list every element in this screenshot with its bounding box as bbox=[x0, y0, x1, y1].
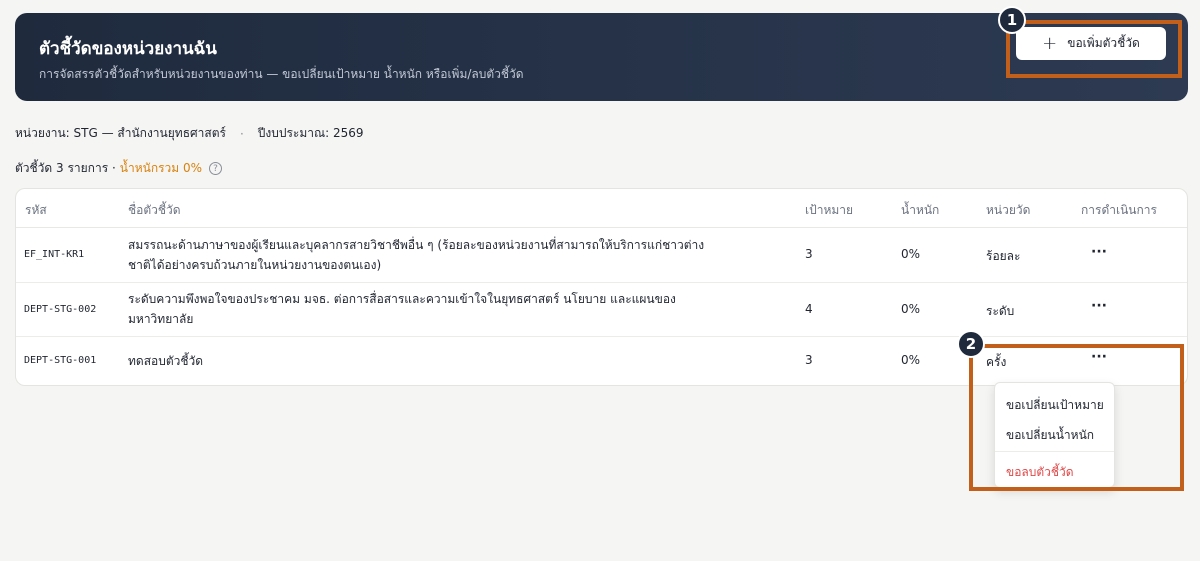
row-actions-button[interactable]: ··· bbox=[1091, 244, 1107, 260]
column-header-name: ชื่อตัวชี้วัด bbox=[128, 203, 181, 217]
indicator-count: ตัวชี้วัด 3 รายการ · bbox=[15, 161, 116, 175]
table-row: DEPT-STG-002 ระดับความพึงพอใจของประชาคม … bbox=[16, 283, 1187, 336]
annotation-highlight-2 bbox=[969, 344, 1184, 491]
indicator-summary: ตัวชี้วัด 3 รายการ · น้ำหนักรวม 0% ? bbox=[15, 159, 223, 178]
annotation-highlight-1 bbox=[1006, 20, 1182, 78]
row-name: ทดสอบตัวชี้วัด bbox=[128, 354, 204, 368]
row-code: DEPT-STG-001 bbox=[24, 355, 97, 366]
info-icon[interactable]: ? bbox=[209, 162, 223, 175]
row-unit: ระดับ bbox=[986, 304, 1015, 318]
row-weight: 0% bbox=[901, 302, 921, 316]
row-code: DEPT-STG-002 bbox=[24, 304, 97, 315]
row-target: 3 bbox=[805, 353, 813, 367]
unit-meta: หน่วยงาน: STG — สำนักงานยุทธศาสตร์ · ปีง… bbox=[15, 124, 364, 143]
row-name-line: ระดับความพึงพอใจของประชาคม มจธ. ต่อการสื… bbox=[128, 292, 676, 306]
table-row: EF_INT-KR1 สมรรถนะด้านภาษาของผู้เรียนและ… bbox=[16, 228, 1187, 282]
column-header-actions: การดำเนินการ bbox=[1081, 203, 1157, 217]
column-header-unit: หน่วยวัด bbox=[986, 203, 1031, 217]
row-weight: 0% bbox=[901, 247, 921, 261]
row-weight: 0% bbox=[901, 353, 921, 367]
row-target: 4 bbox=[805, 302, 813, 316]
annotation-badge-2: 2 bbox=[957, 330, 985, 358]
row-name: สมรรถนะด้านภาษาของผู้เรียนและบุคลากรสายว… bbox=[128, 235, 704, 275]
meta-separator: · bbox=[239, 126, 244, 141]
column-header-code: รหัส bbox=[25, 203, 47, 217]
unit-name: หน่วยงาน: STG — สำนักงานยุทธศาสตร์ bbox=[15, 126, 226, 140]
row-unit: ร้อยละ bbox=[986, 249, 1021, 263]
page-subtitle: การจัดสรรตัวชี้วัดสำหรับหน่วยงานของท่าน … bbox=[39, 67, 524, 81]
row-name-line: ชาติได้อย่างครบถ้วนภายในหน่วยงานของตนเอง… bbox=[128, 258, 382, 272]
total-weight: น้ำหนักรวม 0% bbox=[119, 161, 203, 175]
column-header-target: เป้าหมาย bbox=[805, 203, 854, 217]
row-actions-button[interactable]: ··· bbox=[1091, 298, 1107, 314]
row-name: ระดับความพึงพอใจของประชาคม มจธ. ต่อการสื… bbox=[128, 289, 676, 329]
row-target: 3 bbox=[805, 247, 813, 261]
page-title: ตัวชี้วัดของหน่วยงานฉัน bbox=[39, 39, 217, 59]
row-code: EF_INT-KR1 bbox=[24, 249, 85, 260]
row-name-line: มหาวิทยาลัย bbox=[128, 312, 194, 326]
fiscal-year: ปีงบประมาณ: 2569 bbox=[257, 126, 364, 140]
row-name-line: สมรรถนะด้านภาษาของผู้เรียนและบุคลากรสายว… bbox=[128, 238, 705, 252]
annotation-badge-1: 1 bbox=[998, 6, 1026, 34]
column-header-weight: น้ำหนัก bbox=[901, 203, 940, 217]
